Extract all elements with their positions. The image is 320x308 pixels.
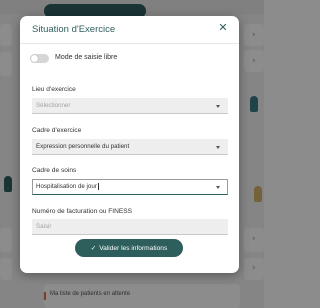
- caret-down-icon: [216, 186, 220, 189]
- check-icon: ✓: [90, 244, 97, 252]
- cadre-soins-label: Cadre de soins: [32, 167, 77, 174]
- facturation-input[interactable]: Saisir: [32, 219, 228, 235]
- facturation-placeholder: Saisir: [36, 223, 52, 230]
- dialog-title: Situation d'Exercice: [32, 24, 116, 35]
- validate-button-label: Valider les informations: [99, 245, 168, 252]
- cadre-soins-select[interactable]: Hospitalisation de jour: [32, 179, 228, 195]
- cadre-exercice-value: Expression personnelle du patient: [36, 143, 130, 150]
- cadre-exercice-label: Cadre d'exercice: [32, 127, 82, 134]
- cadre-soins-value-wrap: Hospitalisation de jour: [36, 183, 99, 191]
- lieu-placeholder: Sélectionner: [36, 102, 71, 109]
- free-entry-toggle[interactable]: [30, 54, 49, 63]
- text-cursor: [97, 183, 99, 190]
- close-icon[interactable]: ✕: [217, 22, 229, 34]
- caret-down-icon: [216, 146, 220, 149]
- validate-button[interactable]: ✓ Valider les informations: [75, 239, 183, 257]
- title-divider: [20, 43, 239, 44]
- lieu-select[interactable]: Sélectionner: [32, 98, 228, 114]
- free-entry-toggle-label: Mode de saisie libre: [55, 54, 118, 61]
- cadre-exercice-select[interactable]: Expression personnelle du patient: [32, 139, 228, 155]
- caret-down-icon: [216, 105, 220, 108]
- situation-dialog: Situation d'Exercice ✕ Mode de saisie li…: [20, 16, 239, 273]
- facturation-label: Numéro de facturation ou FINESS: [32, 208, 133, 215]
- toggle-knob: [31, 55, 38, 62]
- lieu-label: Lieu d'exercice: [32, 86, 76, 93]
- cadre-soins-value: Hospitalisation de jour: [36, 183, 97, 191]
